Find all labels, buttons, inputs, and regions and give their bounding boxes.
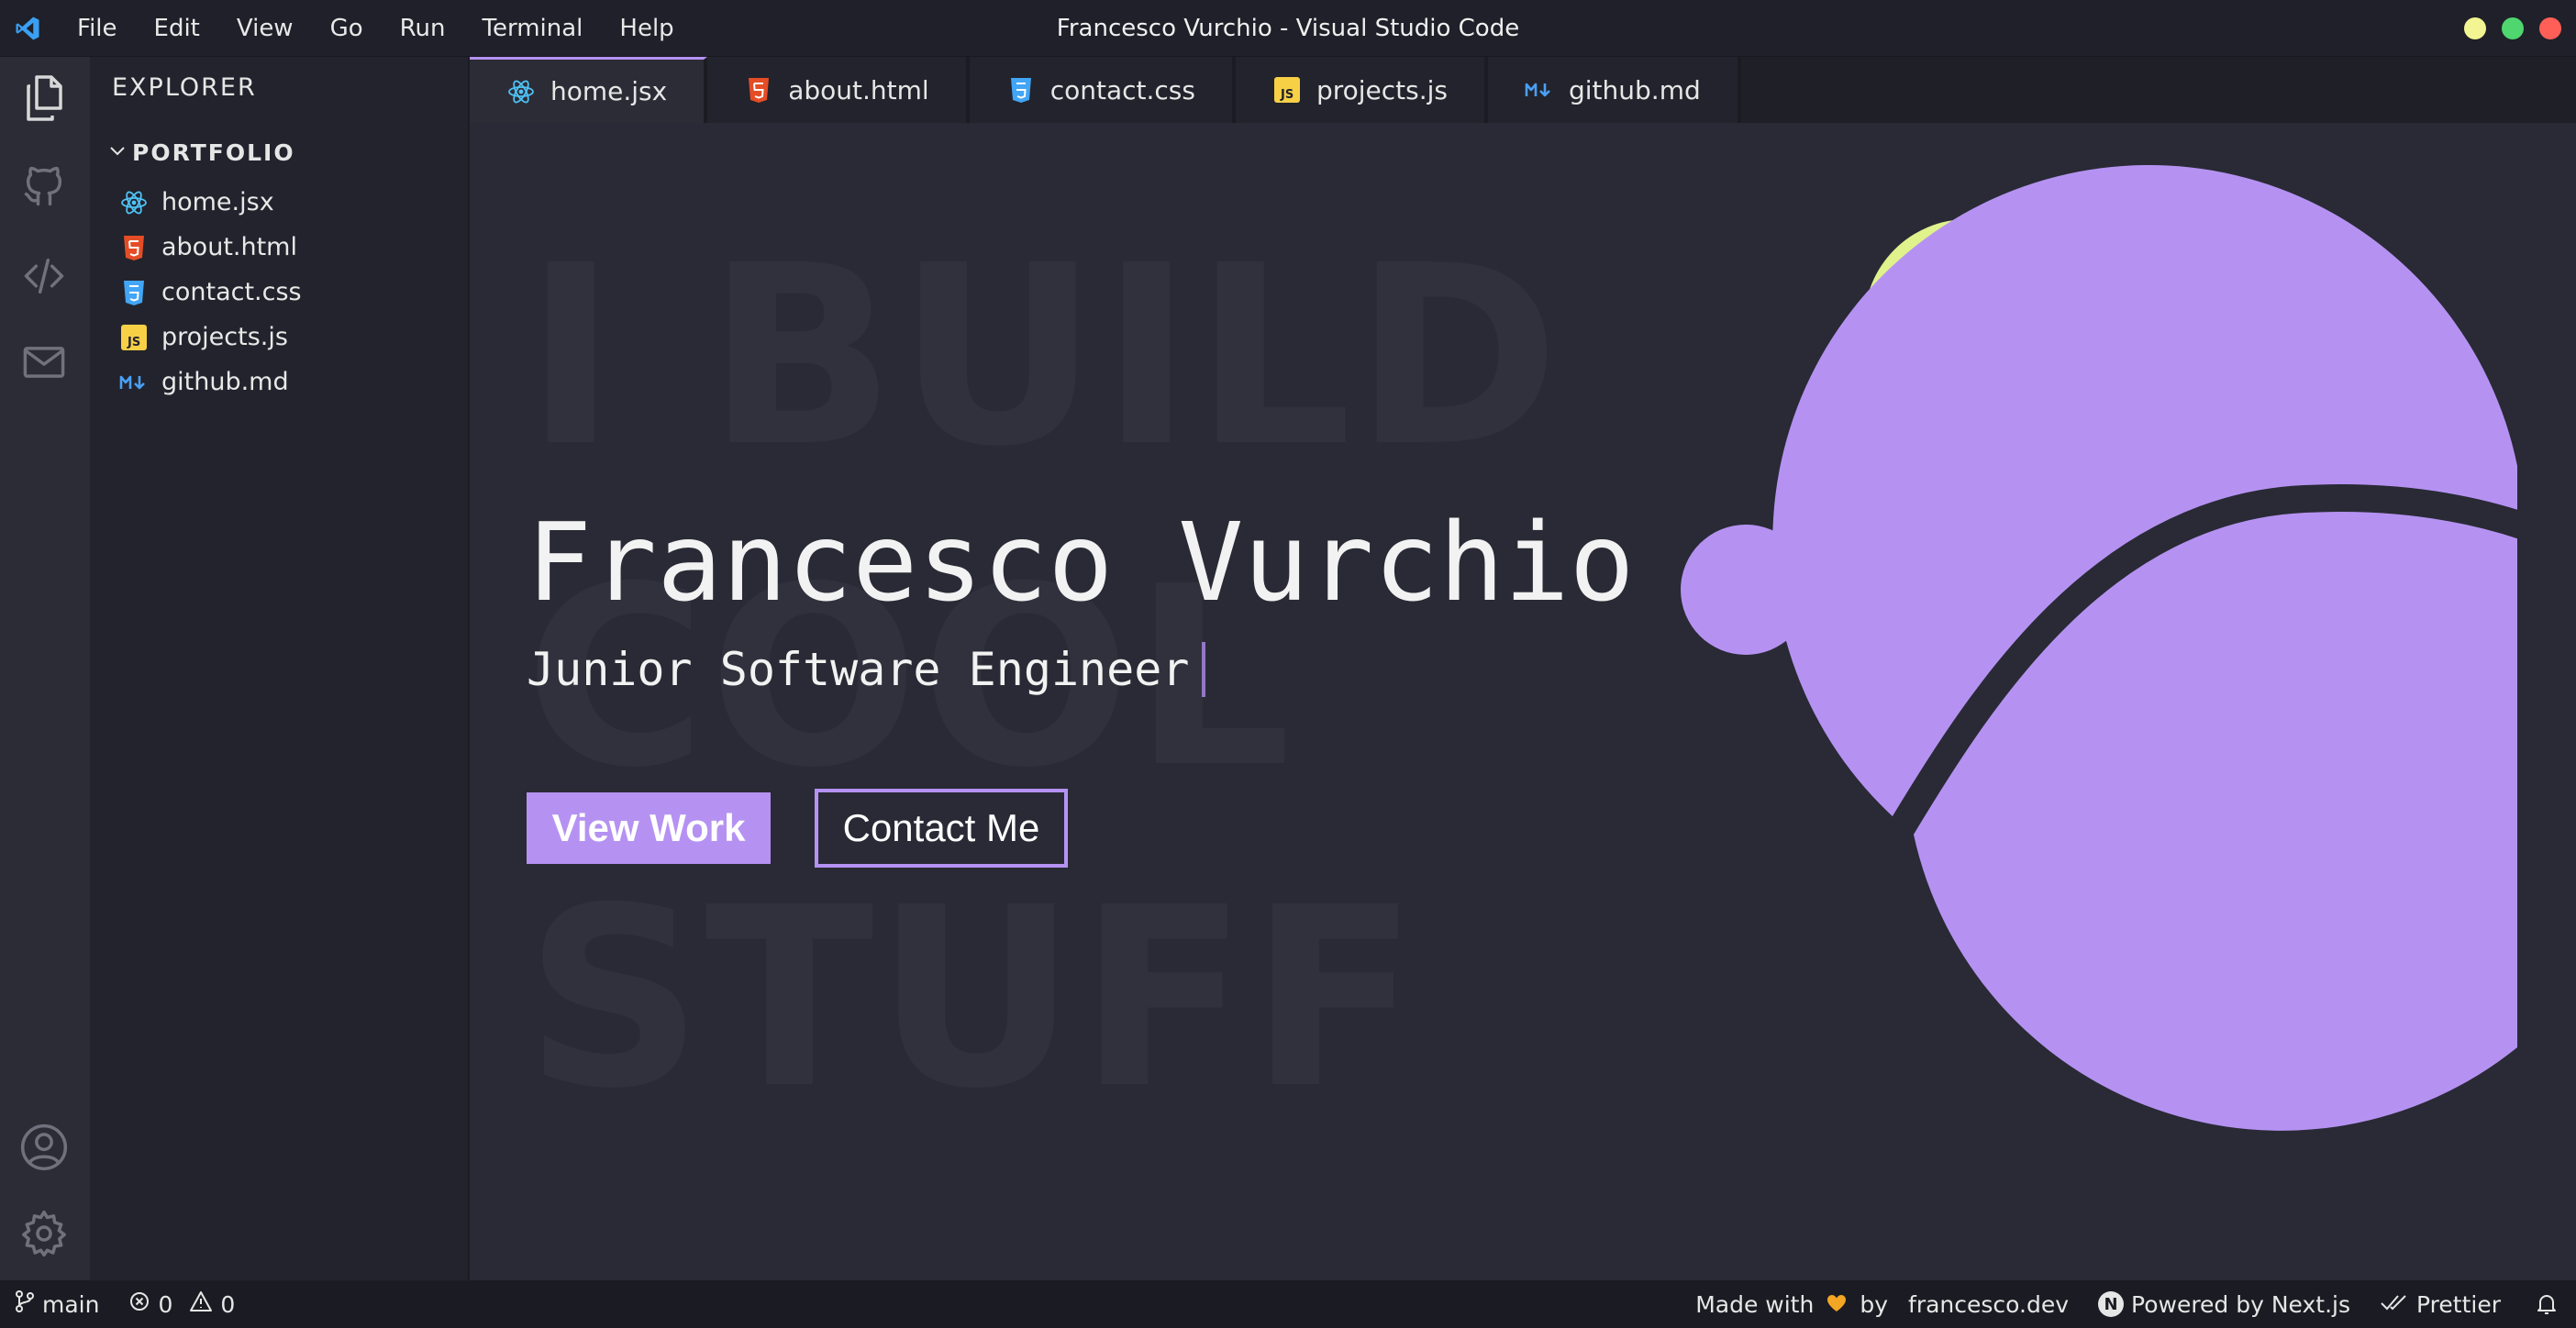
- tab-contact-css[interactable]: contact.css: [969, 57, 1236, 123]
- explorer-icon[interactable]: [17, 72, 71, 125]
- settings-icon[interactable]: [17, 1207, 71, 1260]
- css3-icon: [1006, 75, 1036, 105]
- svg-text:JS: JS: [127, 336, 140, 349]
- decorative-shapes: [1681, 164, 2529, 1131]
- tab-label: github.md: [1569, 74, 1701, 105]
- markdown-icon: [119, 368, 149, 397]
- status-bar: main 0 0 Made with by francesco.dev N Po…: [0, 1280, 2576, 1328]
- tab-label: home.jsx: [550, 76, 668, 106]
- error-count: 0: [158, 1290, 173, 1318]
- close-button[interactable]: [2539, 17, 2561, 39]
- folder-portfolio[interactable]: PORTFOLIO: [108, 139, 295, 166]
- file-list: home.jsx about.html contact.css JS proje…: [119, 180, 302, 404]
- branch-name: main: [42, 1290, 100, 1318]
- tab-home-jsx[interactable]: home.jsx: [470, 57, 708, 123]
- file-label: home.jsx: [161, 188, 274, 216]
- file-item-github-md[interactable]: github.md: [119, 360, 302, 404]
- problems-indicator[interactable]: 0 0: [128, 1290, 235, 1318]
- hero-role-text: Junior Software Engineer: [527, 643, 1190, 696]
- menu-view[interactable]: View: [218, 0, 312, 57]
- title-bar: File Edit View Go Run Terminal Help Fran…: [0, 0, 2576, 57]
- tab-label: contact.css: [1049, 74, 1195, 105]
- made-with-label: Made with: [1695, 1290, 1815, 1318]
- typing-cursor: [1202, 642, 1206, 697]
- react-icon: [119, 188, 149, 217]
- powered-by-label: Powered by Next.js: [2131, 1290, 2351, 1318]
- contact-me-button[interactable]: Contact Me: [815, 789, 1068, 868]
- markdown-icon: [1525, 75, 1554, 105]
- html5-icon: [119, 233, 149, 262]
- editor-content: I BUILD COOL STUFF Francesco Vurchio Jun…: [470, 123, 2576, 1280]
- menu-file[interactable]: File: [59, 0, 136, 57]
- html5-icon: [744, 75, 773, 105]
- tab-projects-js[interactable]: JS projects.js: [1235, 57, 1488, 123]
- folder-label: PORTFOLIO: [132, 139, 295, 166]
- menu-bar: File Edit View Go Run Terminal Help: [59, 0, 693, 57]
- branch-indicator[interactable]: main: [15, 1289, 99, 1319]
- notifications-bell-icon[interactable]: [2536, 1292, 2558, 1316]
- hero-role: Junior Software Engineer: [527, 642, 1206, 697]
- warning-count: 0: [220, 1290, 236, 1318]
- tab-about-html[interactable]: about.html: [707, 57, 970, 123]
- file-label: about.html: [161, 233, 297, 261]
- prettier-status[interactable]: Prettier: [2380, 1291, 2501, 1318]
- file-item-contact-css[interactable]: contact.css: [119, 270, 302, 315]
- activity-bar: [0, 57, 90, 1280]
- file-item-projects-js[interactable]: JS projects.js: [119, 315, 302, 360]
- menu-help[interactable]: Help: [601, 0, 692, 57]
- account-icon[interactable]: [17, 1121, 71, 1174]
- explorer-sidebar: EXPLORER PORTFOLIO home.jsx about.html c…: [90, 57, 470, 1280]
- menu-run[interactable]: Run: [382, 0, 464, 57]
- github-icon[interactable]: [17, 160, 71, 213]
- javascript-icon: JS: [1272, 75, 1302, 105]
- site-link[interactable]: francesco.dev: [1908, 1291, 2069, 1318]
- svg-text:JS: JS: [1280, 88, 1294, 102]
- prettier-label: Prettier: [2416, 1290, 2501, 1318]
- by-label: by: [1860, 1290, 1889, 1318]
- explorer-title: EXPLORER: [112, 73, 257, 102]
- file-label: github.md: [161, 368, 289, 396]
- nextjs-logo-icon: N: [2098, 1291, 2125, 1317]
- git-branch-icon: [15, 1289, 35, 1319]
- chevron-down-icon: [108, 139, 127, 166]
- code-icon[interactable]: [17, 249, 71, 303]
- tab-label: projects.js: [1316, 74, 1448, 105]
- file-label: projects.js: [161, 323, 288, 351]
- editor-tabs: home.jsx about.html contact.css JS proje…: [470, 57, 2576, 123]
- made-with-credit: Made with by francesco.dev: [1695, 1291, 2069, 1318]
- tab-github-md[interactable]: github.md: [1488, 57, 1741, 123]
- warning-icon: [189, 1290, 213, 1318]
- double-check-icon: [2380, 1291, 2409, 1318]
- window-controls: [2464, 17, 2561, 39]
- file-item-home-jsx[interactable]: home.jsx: [119, 180, 302, 225]
- menu-go[interactable]: Go: [312, 0, 382, 57]
- large-purple-circle: [1772, 164, 2517, 1131]
- menu-terminal[interactable]: Terminal: [464, 0, 602, 57]
- minimize-button[interactable]: [2464, 17, 2486, 39]
- javascript-icon: JS: [119, 323, 149, 352]
- maximize-button[interactable]: [2502, 17, 2524, 39]
- tab-label: about.html: [788, 74, 929, 105]
- css3-icon: [119, 278, 149, 307]
- file-item-about-html[interactable]: about.html: [119, 225, 302, 270]
- file-label: contact.css: [161, 278, 302, 306]
- error-icon: [128, 1290, 150, 1318]
- menu-edit[interactable]: Edit: [136, 0, 218, 57]
- react-icon: [506, 77, 536, 106]
- vscode-logo-icon: [6, 6, 50, 50]
- hero-name: Francesco Vurchio: [527, 499, 1635, 625]
- mail-icon[interactable]: [17, 336, 71, 389]
- powered-by-nextjs[interactable]: N Powered by Next.js: [2098, 1291, 2350, 1318]
- heart-icon: [1827, 1291, 1847, 1318]
- view-work-button[interactable]: View Work: [527, 792, 771, 864]
